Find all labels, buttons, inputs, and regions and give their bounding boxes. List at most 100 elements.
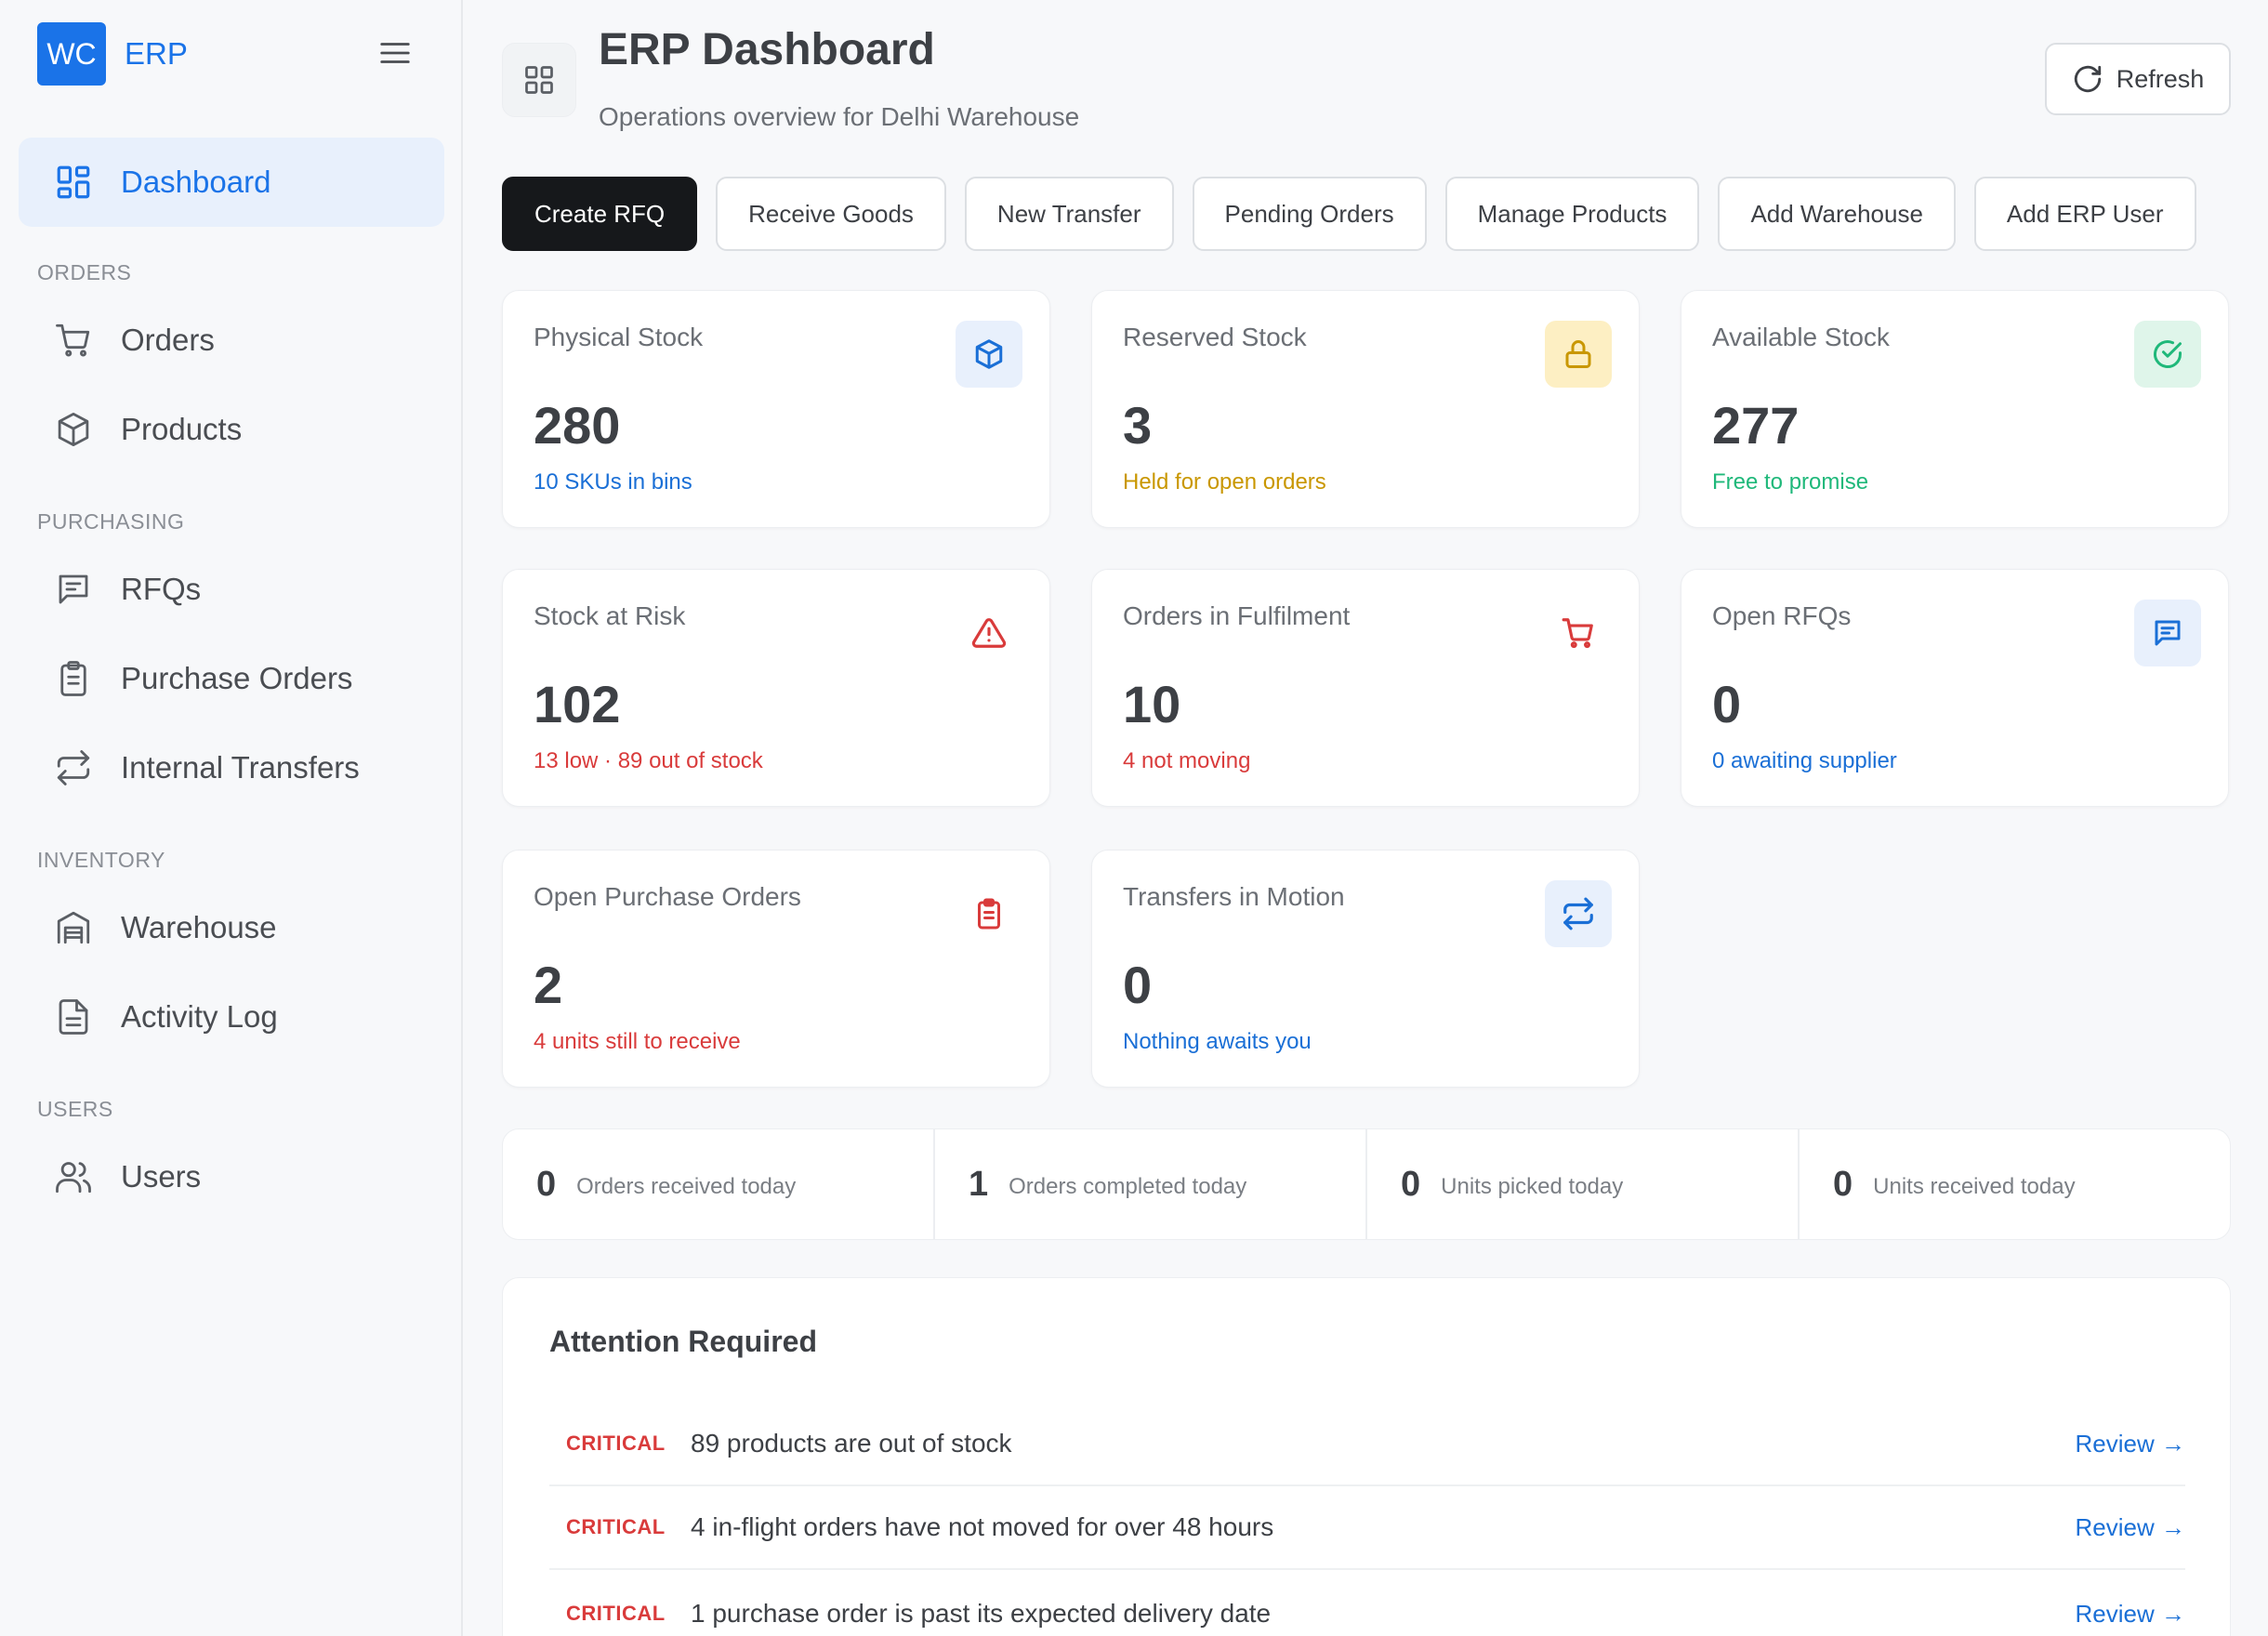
card-label: Stock at Risk: [534, 601, 686, 630]
header-dashboard-icon: [502, 43, 576, 117]
today-units-picked: 0 Units picked today: [1367, 1129, 1800, 1239]
sidebar-item-label: Purchase Orders: [121, 661, 353, 695]
sidebar-item-label: Products: [121, 412, 243, 446]
section-label-purchasing: PURCHASING: [37, 509, 185, 534]
today-value: 0: [1833, 1164, 1853, 1204]
cart-icon: [1545, 600, 1612, 666]
attention-message: 89 products are out of stock: [691, 1429, 1012, 1458]
today-label: Units received today: [1873, 1174, 2076, 1199]
card-value: 0: [1712, 675, 1742, 733]
brand[interactable]: WC ERP: [37, 22, 188, 86]
box-icon: [58, 412, 89, 447]
sidebar-item-label: Dashboard: [121, 165, 271, 199]
brand-name: ERP: [125, 36, 188, 71]
card-value: 0: [1123, 956, 1153, 1014]
card-label: Transfers in Motion: [1123, 882, 1345, 911]
card-value: 277: [1712, 396, 1800, 455]
dashboard-icon: [57, 165, 90, 199]
attention-panel: Attention Required CRITICAL 89 products …: [502, 1277, 2231, 1636]
stat-card-physical-stock[interactable]: Physical Stock 280 10 SKUs in bins: [502, 290, 1050, 528]
transfer-icon: [1545, 880, 1612, 947]
stat-card-transfers-in-motion[interactable]: Transfers in Motion 0 Nothing awaits you: [1091, 850, 1640, 1088]
cart-icon: [56, 323, 90, 357]
add-erp-user-button[interactable]: Add ERP User: [1973, 177, 2196, 251]
receive-goods-button[interactable]: Receive Goods: [716, 177, 946, 251]
card-value: 280: [534, 396, 621, 455]
review-link[interactable]: Review →: [2076, 1430, 2185, 1458]
today-label: Orders completed today: [1009, 1174, 1247, 1199]
sidebar-item-dashboard[interactable]: Dashboard: [19, 138, 444, 227]
card-subtext: 4 units still to receive: [534, 1029, 741, 1054]
sidebar-item-rfqs[interactable]: RFQs: [19, 545, 444, 634]
card-label: Physical Stock: [534, 323, 704, 351]
add-warehouse-button[interactable]: Add Warehouse: [1718, 177, 1956, 251]
refresh-label: Refresh: [2116, 64, 2205, 93]
manage-products-button[interactable]: Manage Products: [1444, 177, 1700, 251]
attention-row: CRITICAL 4 in-flight orders have not mov…: [549, 1486, 2185, 1570]
brand-logo: WC: [37, 22, 106, 86]
card-label: Open RFQs: [1712, 601, 1852, 630]
card-subtext: Held for open orders: [1123, 469, 1326, 495]
sidebar-item-internal-transfers[interactable]: Internal Transfers: [19, 723, 444, 812]
warning-icon: [956, 600, 1022, 666]
page-subtitle: Operations overview for Delhi Warehouse: [599, 102, 1080, 131]
sidebar-item-label: Users: [121, 1159, 202, 1194]
stat-card-open-rfqs[interactable]: Open RFQs 0 0 awaiting supplier: [1681, 569, 2229, 807]
lock-icon: [1545, 321, 1612, 388]
transfer-icon: [57, 750, 90, 785]
sidebar: WC ERP Dashboard ORDERS Orders Products …: [0, 0, 463, 1636]
card-subtext: 10 SKUs in bins: [534, 469, 692, 495]
stat-card-reserved-stock[interactable]: Reserved Stock 3 Held for open orders: [1091, 290, 1640, 528]
sidebar-item-label: Warehouse: [121, 910, 277, 944]
card-value: 10: [1123, 675, 1181, 733]
users-icon: [56, 1162, 91, 1194]
today-orders-completed: 1 Orders completed today: [935, 1129, 1367, 1239]
review-link[interactable]: Review →: [2076, 1600, 2185, 1629]
box-icon: [956, 321, 1022, 388]
refresh-button[interactable]: Refresh: [2045, 43, 2231, 115]
sidebar-item-orders[interactable]: Orders: [19, 296, 444, 385]
sidebar-item-activity-log[interactable]: Activity Log: [19, 972, 444, 1062]
sidebar-item-label: Activity Log: [121, 999, 278, 1034]
sidebar-item-products[interactable]: Products: [19, 385, 444, 474]
stat-card-available-stock[interactable]: Available Stock 277 Free to promise: [1681, 290, 2229, 528]
section-label-users: USERS: [37, 1097, 113, 1121]
attention-row: CRITICAL 1 purchase order is past its ex…: [549, 1572, 2185, 1636]
card-label: Open Purchase Orders: [534, 882, 801, 911]
clipboard-icon: [956, 880, 1022, 947]
sidebar-item-users[interactable]: Users: [19, 1132, 444, 1221]
severity-badge: CRITICAL: [566, 1515, 666, 1538]
file-text-icon: [59, 999, 88, 1035]
card-subtext: 13 low · 89 out of stock: [534, 748, 763, 773]
attention-message: 1 purchase order is past its expected de…: [691, 1599, 1272, 1628]
pending-orders-button[interactable]: Pending Orders: [1192, 177, 1427, 251]
stat-card-stock-at-risk[interactable]: Stock at Risk 102 13 low · 89 out of sto…: [502, 569, 1050, 807]
quick-actions: Create RFQ Receive Goods New Transfer Pe…: [502, 177, 2215, 251]
today-value: 0: [536, 1164, 557, 1204]
card-label: Reserved Stock: [1123, 323, 1307, 351]
section-label-inventory: INVENTORY: [37, 848, 165, 872]
sidebar-item-label: Internal Transfers: [121, 750, 360, 785]
section-label-orders: ORDERS: [37, 260, 132, 284]
today-label: Orders received today: [576, 1174, 797, 1199]
attention-message: 4 in-flight orders have not moved for ov…: [691, 1512, 1274, 1541]
today-label: Units picked today: [1441, 1174, 1624, 1199]
card-value: 102: [534, 675, 621, 733]
new-transfer-button[interactable]: New Transfer: [964, 177, 1174, 251]
card-value: 3: [1123, 396, 1153, 455]
message-icon: [2134, 600, 2201, 666]
card-subtext: 4 not moving: [1123, 748, 1251, 773]
severity-badge: CRITICAL: [566, 1432, 666, 1455]
review-link[interactable]: Review →: [2076, 1513, 2185, 1542]
sidebar-item-warehouse[interactable]: Warehouse: [19, 883, 444, 972]
severity-badge: CRITICAL: [566, 1602, 666, 1625]
stat-card-orders-in-fulfilment[interactable]: Orders in Fulfilment 10 4 not moving: [1091, 569, 1640, 807]
clipboard-icon: [60, 661, 86, 696]
page-title: ERP Dashboard: [599, 25, 935, 74]
menu-icon[interactable]: [377, 35, 413, 71]
stat-card-open-purchase-orders[interactable]: Open Purchase Orders 2 4 units still to …: [502, 850, 1050, 1088]
sidebar-item-purchase-orders[interactable]: Purchase Orders: [19, 634, 444, 723]
create-rfq-button[interactable]: Create RFQ: [502, 177, 698, 251]
card-label: Available Stock: [1712, 323, 1890, 351]
check-circle-icon: [2134, 321, 2201, 388]
